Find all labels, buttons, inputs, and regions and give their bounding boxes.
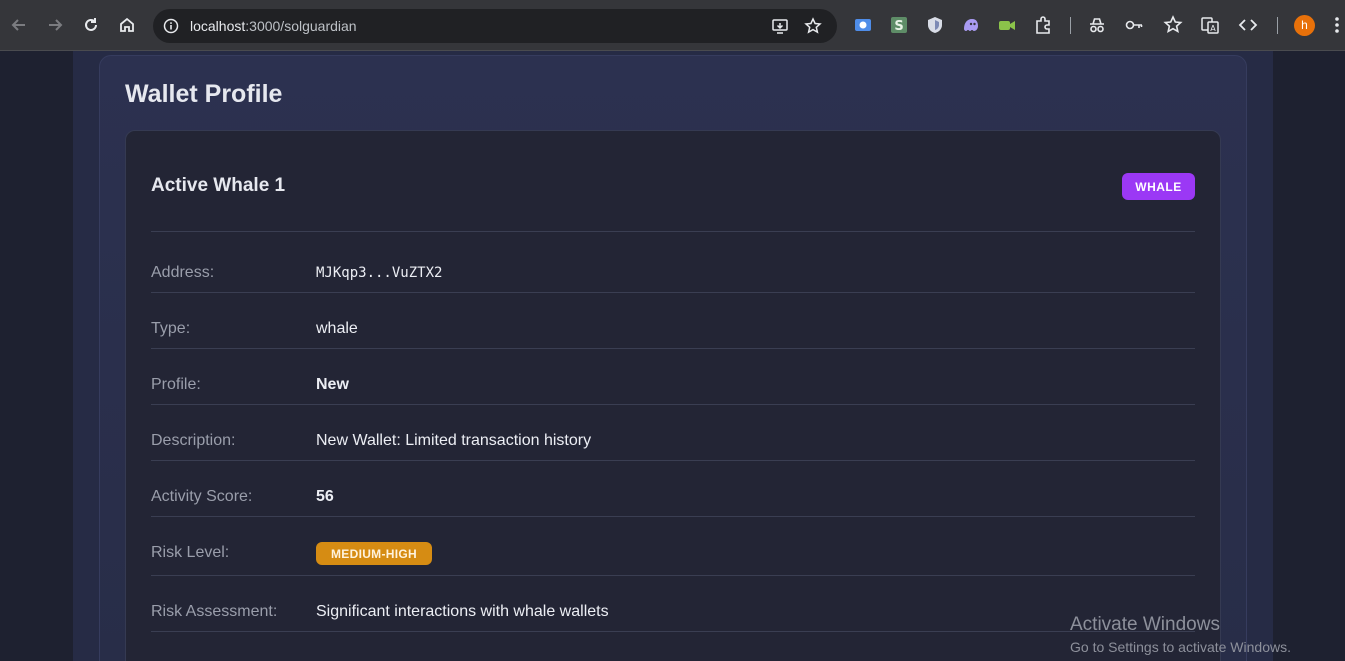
row-divider — [151, 575, 1195, 576]
address-label: Address: — [151, 264, 215, 281]
description-label: Description: — [151, 432, 236, 449]
home-icon[interactable] — [116, 14, 138, 36]
risk-assessment-label: Risk Assessment: — [151, 603, 278, 620]
url-text: localhost:3000/solguardian — [190, 18, 357, 34]
s-extension-icon[interactable]: S — [889, 15, 909, 35]
description-value: New Wallet: Limited transaction history — [316, 432, 592, 449]
activate-windows-subtitle: Go to Settings to activate Windows. — [1070, 639, 1291, 655]
address-value[interactable]: MJKqp3...VuZTX2 — [316, 265, 442, 281]
risk-assessment-value: Significant interactions with whale wall… — [316, 603, 609, 620]
svg-text:S: S — [894, 19, 903, 34]
incognito-icon[interactable] — [1087, 15, 1107, 35]
screen-capture-extension-icon[interactable] — [853, 15, 873, 35]
section-title: Wallet Profile — [125, 80, 283, 108]
address-bar[interactable]: localhost:3000/solguardian — [153, 9, 837, 43]
extensions-puzzle-icon[interactable] — [1033, 15, 1053, 35]
profile-value: New — [316, 376, 349, 393]
forward-arrow-icon[interactable] — [44, 14, 66, 36]
ghost-extension-icon[interactable] — [961, 15, 981, 35]
svg-text:A: A — [1210, 24, 1216, 33]
browser-toolbar: localhost:3000/solguardian S A h — [0, 0, 1345, 51]
kebab-menu-icon[interactable] — [1333, 15, 1341, 40]
wallet-type-badge: WHALE — [1122, 173, 1195, 200]
row-divider — [151, 631, 1195, 632]
type-value: whale — [316, 320, 358, 337]
password-key-icon[interactable] — [1124, 15, 1144, 35]
activity-score-label: Activity Score: — [151, 488, 253, 505]
install-app-icon[interactable] — [771, 17, 789, 40]
wallet-name: Active Whale 1 — [151, 175, 286, 196]
row-divider — [151, 292, 1195, 293]
url-path: :3000/solguardian — [245, 18, 357, 34]
site-info-icon[interactable] — [163, 18, 179, 39]
wallet-detail-card — [125, 130, 1221, 661]
video-extension-icon[interactable] — [997, 15, 1017, 35]
row-divider — [151, 460, 1195, 461]
header-divider — [151, 231, 1195, 232]
bookmark-star-icon[interactable] — [804, 17, 822, 40]
row-divider — [151, 348, 1195, 349]
type-label: Type: — [151, 320, 191, 337]
risk-level-badge: MEDIUM-HIGH — [316, 542, 432, 565]
row-divider — [151, 404, 1195, 405]
profile-avatar[interactable]: h — [1294, 15, 1315, 36]
reload-icon[interactable] — [80, 14, 102, 36]
devtools-code-icon[interactable] — [1238, 15, 1258, 35]
toolbar-separator — [1277, 17, 1278, 34]
back-arrow-icon[interactable] — [8, 14, 30, 36]
row-divider — [151, 516, 1195, 517]
translate-icon[interactable]: A — [1200, 15, 1220, 35]
profile-label: Profile: — [151, 376, 201, 393]
activity-score-value: 56 — [316, 488, 334, 505]
toolbar-separator — [1070, 17, 1071, 34]
shield-extension-icon[interactable] — [925, 15, 945, 35]
bookmarks-star-icon[interactable] — [1163, 15, 1183, 35]
risk-level-label: Risk Level: — [151, 544, 230, 561]
activate-windows-title: Activate Windows — [1070, 614, 1220, 635]
url-host: localhost — [190, 18, 246, 34]
